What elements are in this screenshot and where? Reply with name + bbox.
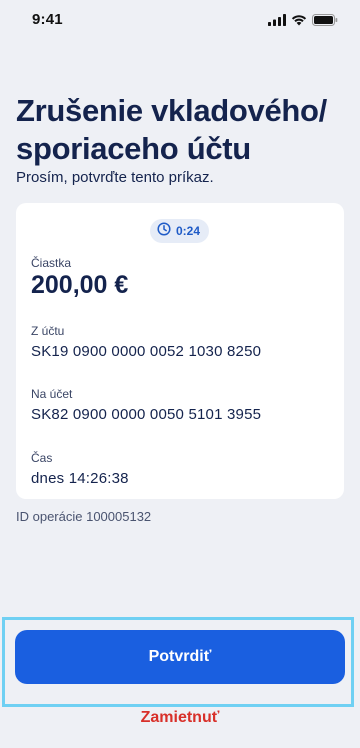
status-icons xyxy=(268,14,338,26)
to-account-label: Na účet xyxy=(31,387,73,401)
reject-button[interactable]: Zamietnuť xyxy=(0,709,360,727)
confirm-button[interactable]: Potvrdiť xyxy=(15,630,345,684)
to-account-value: SK82 0900 0000 0050 5101 3955 xyxy=(31,406,262,423)
wifi-icon xyxy=(291,14,307,26)
page-title: Zrušenie vkladového/ sporiaceho účtu xyxy=(16,93,327,166)
battery-icon xyxy=(312,14,338,26)
clock-icon xyxy=(157,221,171,241)
countdown-timer: 0:24 xyxy=(150,219,210,243)
confirmation-screen: 9:41 Zrušenie vkladového/ sporiaceho účt… xyxy=(0,0,360,748)
operation-id: ID operácie 100005132 xyxy=(16,509,152,524)
from-account-label: Z účtu xyxy=(31,324,65,338)
page-subtitle: Prosím, potvrďte tento príkaz. xyxy=(16,169,214,186)
from-account-value: SK19 0900 0000 0052 1030 8250 xyxy=(31,343,262,360)
status-time: 9:41 xyxy=(32,11,63,28)
status-bar: 9:41 xyxy=(0,0,360,44)
transaction-details-card: 0:24 Čiastka 200,00 € Z účtu SK19 0900 0… xyxy=(16,203,344,499)
signal-icon xyxy=(268,14,286,26)
amount-label: Čiastka xyxy=(31,256,72,270)
time-label: Čas xyxy=(31,451,53,465)
countdown-value: 0:24 xyxy=(176,224,201,238)
time-value: dnes 14:26:38 xyxy=(31,470,129,487)
amount-value: 200,00 € xyxy=(31,271,129,299)
